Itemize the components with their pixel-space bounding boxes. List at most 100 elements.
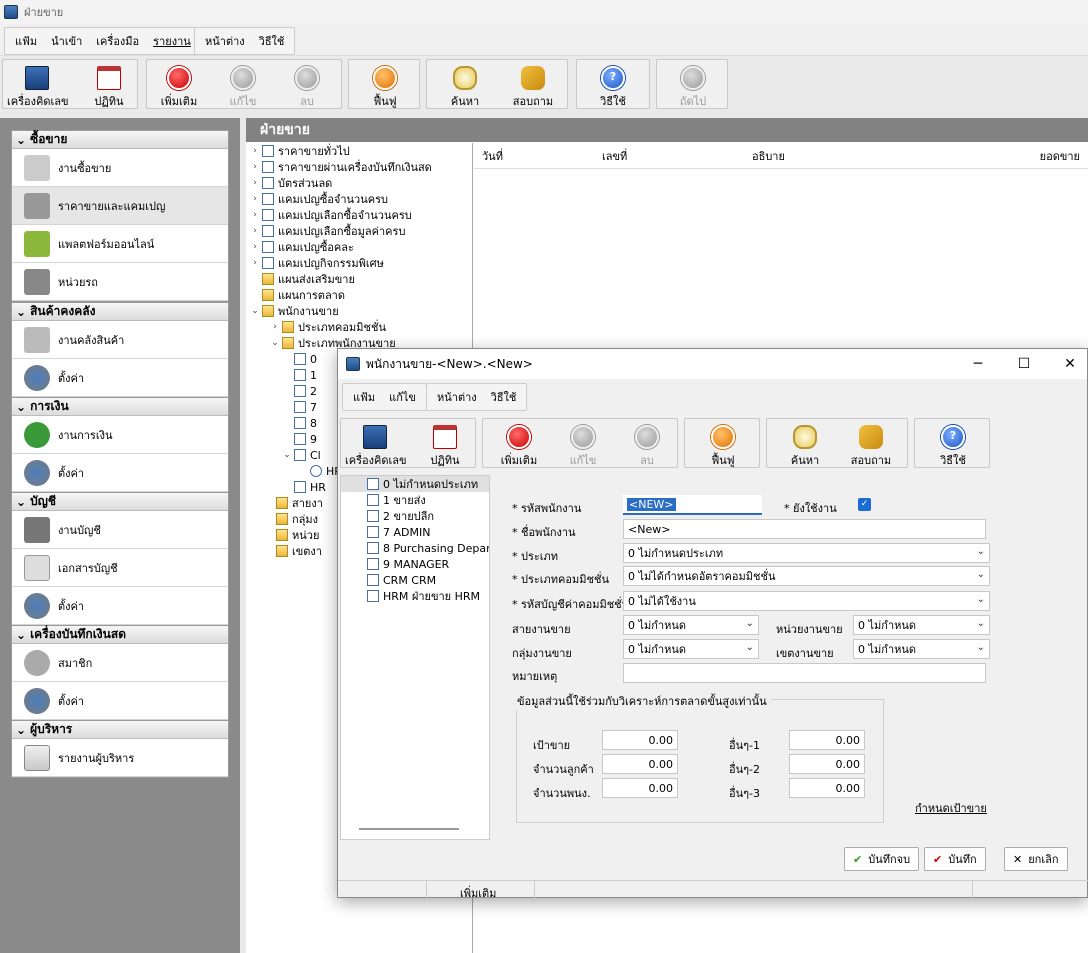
cancel-button[interactable]: ✕ ยกเลิก: [1004, 847, 1068, 871]
calendar-button[interactable]: ปฏิทิน: [79, 62, 139, 108]
list-item[interactable]: 0 ไม่กำหนดประเภท: [341, 476, 489, 492]
tree-item[interactable]: แผนการตลาด: [248, 287, 472, 303]
tree-item[interactable]: › บัตรส่วนลด: [248, 175, 472, 191]
tree-item[interactable]: › แคมเปญซื้อจำนวนครบ: [248, 191, 472, 207]
sidebar-item-trading-work[interactable]: งานซื้อขาย: [12, 149, 228, 187]
search-button[interactable]: ค้นหา: [435, 62, 495, 108]
sidebar-item-members[interactable]: สมาชิก: [12, 644, 228, 682]
sidebar-item-pricing[interactable]: ราคาขายและแคมเปญ: [12, 187, 228, 225]
sidebar-item-inventory-settings[interactable]: ตั้งค่า: [12, 359, 228, 397]
section-header[interactable]: ⌄ การเงิน: [12, 398, 228, 416]
edit-button[interactable]: แก้ไข: [213, 62, 273, 108]
section-header[interactable]: ⌄ ซื้อขาย: [12, 131, 228, 149]
sidebar: ⌄ ซื้อขาย งานซื้อขาย ราคาขายและแคมเปญ แพ…: [0, 118, 240, 953]
tree-item[interactable]: › แคมเปญเลือกซื้อมูลค่าครบ: [248, 223, 472, 239]
dialog-statusbar: เพิ่มเติม: [338, 880, 1088, 900]
dialog-menu-edit[interactable]: แก้ไข: [389, 388, 416, 406]
add-button[interactable]: เพิ่มเติม: [149, 62, 209, 108]
delete-button[interactable]: ลบ: [617, 421, 677, 467]
list-item[interactable]: 8 Purchasing Departm: [341, 540, 489, 556]
tree-item[interactable]: › ราคาขายทั่วไป: [248, 143, 472, 159]
tree-item[interactable]: แผนส่งเสริมขาย: [248, 271, 472, 287]
list-item[interactable]: 7 ADMIN: [341, 524, 489, 540]
sidebar-item-accounting-docs[interactable]: เอกสารบัญชี: [12, 549, 228, 587]
search-button[interactable]: ค้นหา: [775, 421, 835, 467]
staff-input[interactable]: 0.00: [602, 778, 678, 798]
inquiry-button[interactable]: สอบถาม: [841, 421, 901, 467]
list-item[interactable]: HRM ฝ่ายขาย HRM: [341, 588, 489, 604]
target-input[interactable]: 0.00: [602, 730, 678, 750]
dialog-menu-window[interactable]: หน้าต่าง: [437, 388, 477, 406]
sidebar-item-finance-work[interactable]: งานการเงิน: [12, 416, 228, 454]
sales-line-select[interactable]: 0 ไม่กำหนด ⌄: [623, 615, 759, 635]
sidebar-item-accounting-work[interactable]: งานบัญชี: [12, 511, 228, 549]
column-date[interactable]: วันที่: [482, 147, 503, 165]
tree-item[interactable]: › แคมเปญซื้อคละ: [248, 239, 472, 255]
sidebar-item-accounting-settings[interactable]: ตั้งค่า: [12, 587, 228, 625]
note-input[interactable]: [623, 663, 986, 683]
delete-button[interactable]: ลบ: [277, 62, 337, 108]
sidebar-item-online[interactable]: แพลตฟอร์มออนไลน์: [12, 225, 228, 263]
calculator-button[interactable]: เครื่องคิดเลข: [7, 62, 69, 108]
sales-unit-select[interactable]: 0 ไม่กำหนด ⌄: [853, 615, 990, 635]
list-item[interactable]: 9 MANAGER: [341, 556, 489, 572]
section-header[interactable]: ⌄ สินค้าคงคลัง: [12, 303, 228, 321]
calendar-button[interactable]: ปฏิทิน: [415, 421, 475, 467]
sidebar-item-finance-settings[interactable]: ตั้งค่า: [12, 454, 228, 492]
calculator-button[interactable]: เครื่องคิดเลข: [345, 421, 407, 467]
refresh-button[interactable]: ฟื้นฟู: [355, 62, 415, 108]
horizontal-scrollbar[interactable]: [359, 828, 459, 830]
menu-help[interactable]: วิธีใช้: [259, 32, 285, 50]
dialog-menu-help[interactable]: วิธีใช้: [491, 388, 517, 406]
other1-input[interactable]: 0.00: [789, 730, 865, 750]
type-select[interactable]: 0 ไม่กำหนดประเภท ⌄: [623, 543, 990, 563]
other3-input[interactable]: 0.00: [789, 778, 865, 798]
menu-window[interactable]: หน้าต่าง: [205, 32, 245, 50]
sidebar-item-exec-report[interactable]: รายงานผู้บริหาร: [12, 739, 228, 777]
menu-file[interactable]: แฟ้ม: [15, 32, 37, 50]
help-button[interactable]: ? วิธีใช้: [923, 421, 983, 467]
customers-input[interactable]: 0.00: [602, 754, 678, 774]
set-target-link[interactable]: กำหนดเป้าขาย: [915, 799, 987, 817]
column-sales[interactable]: ยอดขาย: [1040, 147, 1080, 165]
column-description[interactable]: อธิบาย: [752, 147, 785, 165]
section-header[interactable]: ⌄ บัญชี: [12, 493, 228, 511]
employee-name-input[interactable]: <New>: [623, 519, 986, 539]
other2-input[interactable]: 0.00: [789, 754, 865, 774]
dialog-menu-file[interactable]: แฟ้ม: [353, 388, 375, 406]
minimize-button[interactable]: ─: [955, 349, 1001, 379]
maximize-button[interactable]: ☐: [1001, 349, 1047, 379]
column-number[interactable]: เลขที่: [602, 147, 627, 165]
commission-type-select[interactable]: 0 ไม่ได้กำหนดอัตราคอมมิชชั่น ⌄: [623, 566, 990, 586]
tree-item[interactable]: › ประเภทคอมมิชชั่น: [248, 319, 472, 335]
tree-item[interactable]: › ราคาขายผ่านเครื่องบันทึกเงินสด: [248, 159, 472, 175]
next-button[interactable]: ถัดไป: [663, 62, 723, 108]
menu-tools[interactable]: เครื่องมือ: [96, 32, 139, 50]
employee-code-input[interactable]: <NEW>: [623, 495, 762, 515]
sidebar-item-pos-settings[interactable]: ตั้งค่า: [12, 682, 228, 720]
save-button[interactable]: ✔ บันทึก: [924, 847, 986, 871]
sales-zone-select[interactable]: 0 ไม่กำหนด ⌄: [853, 639, 990, 659]
save-close-button[interactable]: ✔ บันทึกจบ: [844, 847, 920, 871]
close-button[interactable]: ✕: [1047, 349, 1088, 379]
tree-item[interactable]: › แคมเปญเลือกซื้อจำนวนครบ: [248, 207, 472, 223]
menu-reports[interactable]: รายงาน: [153, 32, 191, 50]
add-button[interactable]: เพิ่มเติม: [489, 421, 549, 467]
sales-group-select[interactable]: 0 ไม่กำหนด ⌄: [623, 639, 759, 659]
list-item[interactable]: 1 ขายส่ง: [341, 492, 489, 508]
list-item[interactable]: 2 ขายปลีก: [341, 508, 489, 524]
active-checkbox[interactable]: ✓: [858, 498, 871, 511]
tree-item[interactable]: › แคมเปญกิจกรรมพิเศษ: [248, 255, 472, 271]
commission-account-select[interactable]: 0 ไม่ได้ใช้งาน ⌄: [623, 591, 990, 611]
edit-button[interactable]: แก้ไข: [553, 421, 613, 467]
section-header[interactable]: ⌄ เครื่องบันทึกเงินสด: [12, 626, 228, 644]
tree-item[interactable]: ⌄ พนักงานขาย: [248, 303, 472, 319]
menu-import[interactable]: นำเข้า: [51, 32, 82, 50]
sidebar-item-vehicle[interactable]: หน่วยรถ: [12, 263, 228, 301]
section-header[interactable]: ⌄ ผู้บริหาร: [12, 721, 228, 739]
refresh-button[interactable]: ฟื้นฟู: [693, 421, 753, 467]
inquiry-button[interactable]: สอบถาม: [503, 62, 563, 108]
help-button[interactable]: ? วิธีใช้: [583, 62, 643, 108]
sidebar-item-warehouse[interactable]: งานคลังสินค้า: [12, 321, 228, 359]
list-item[interactable]: CRM CRM: [341, 572, 489, 588]
